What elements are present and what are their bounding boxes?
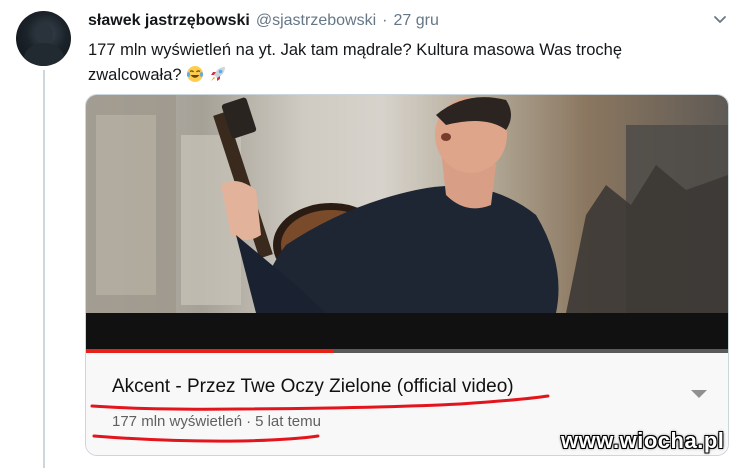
- video-title[interactable]: Akcent - Przez Twe Oczy Zielone (officia…: [112, 376, 514, 398]
- tweet-header: sławek jastrzębowski @sjastrzebowski · 2…: [88, 12, 439, 34]
- tweet-text: 177 mln wyświetleń na yt. Jak tam mądral…: [88, 38, 708, 88]
- triangle-down-icon[interactable]: [691, 390, 707, 398]
- tears-of-joy-emoji-icon: [187, 66, 204, 82]
- video-meta: 177 mln wyświetleń · 5 lat temu: [112, 413, 321, 430]
- rocket-emoji-icon: [210, 67, 225, 81]
- tweet-text-line-2: zwalcowała?: [88, 63, 708, 88]
- display-name[interactable]: sławek jastrzębowski: [88, 12, 250, 30]
- avatar[interactable]: [16, 11, 71, 66]
- user-handle[interactable]: @sjastrzebowski: [256, 12, 376, 30]
- header-separator: ·: [382, 12, 388, 29]
- thread-line: [43, 70, 45, 468]
- meta-separator: ·: [246, 413, 252, 430]
- youtube-card[interactable]: Akcent - Przez Twe Oczy Zielone (officia…: [85, 94, 729, 456]
- upload-age: 5 lat temu: [255, 413, 321, 430]
- view-count: 177 mln wyświetleń: [112, 413, 243, 430]
- tweet-date[interactable]: 27 gru: [393, 12, 438, 30]
- tweet-text-line-1: 177 mln wyświetleń na yt. Jak tam mądral…: [88, 41, 623, 59]
- watermark: www.wiocha.pl: [561, 428, 725, 453]
- chevron-down-icon[interactable]: [712, 12, 728, 28]
- video-bottom-bar: [86, 313, 728, 353]
- tweet-text-line-2-text: zwalcowała?: [88, 66, 182, 84]
